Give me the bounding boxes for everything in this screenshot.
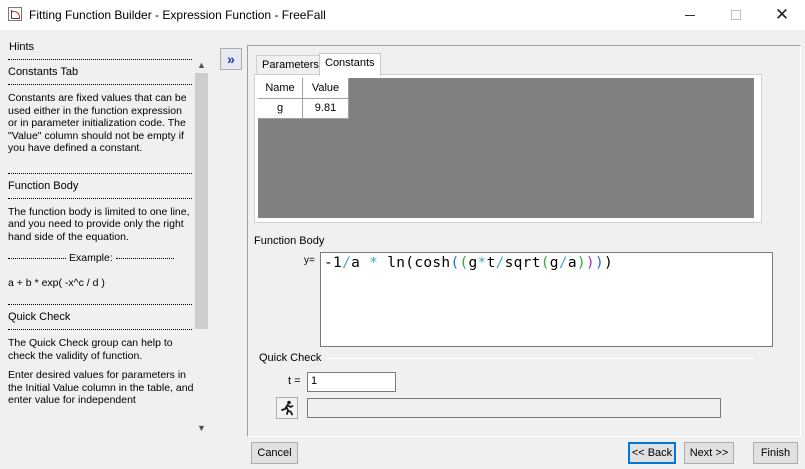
expression-token: ( (459, 255, 469, 271)
hint-heading: Function Body (8, 179, 79, 192)
divider (8, 197, 194, 206)
scroll-thumb[interactable] (195, 73, 208, 329)
function-body-editor[interactable]: -1/a * ln(cosh((g*t/sqrt(g/a)))) (320, 252, 773, 347)
dash-right (115, 258, 174, 259)
expression-token: ) (594, 255, 604, 271)
t-input[interactable]: 1 (307, 372, 396, 392)
finish-button[interactable]: Finish (753, 442, 798, 464)
hints-panel: Constants Tab Constants are fixed values… (3, 56, 215, 436)
expression-token: * (369, 255, 379, 271)
quick-check-label: Quick Check (259, 352, 322, 364)
hint-heading: Quick Check (8, 311, 71, 323)
column-header-name[interactable]: Name (258, 78, 303, 99)
quick-check-result (307, 398, 721, 418)
hint-text: The Quick Check group can help to check … (8, 337, 173, 362)
hint-text: The function body is limited to one line… (8, 205, 190, 243)
expression-token: -1 (324, 255, 343, 271)
minimize-button[interactable] (667, 0, 713, 30)
example-expression: a + b * exp( -x^c / d ) (8, 277, 105, 289)
expression-token: t (486, 255, 496, 271)
expression-token: ( (540, 255, 550, 271)
quick-check-separator (328, 358, 753, 359)
maximize-icon (731, 10, 741, 20)
constants-table[interactable]: Name Value g 9.81 (258, 78, 754, 218)
hints-scrollbar[interactable]: ▲ ▼ (193, 56, 210, 436)
maximize-button[interactable] (713, 0, 759, 30)
expression-token: g (549, 255, 559, 271)
title-bar: Fitting Function Builder - Expression Fu… (0, 0, 805, 30)
t-label: t = (288, 375, 301, 387)
expression-token: * (477, 255, 487, 271)
tab-constants[interactable]: Constants (319, 53, 381, 76)
app-icon (8, 7, 22, 21)
hint-heading: Constants Tab (8, 66, 79, 78)
constant-name-cell[interactable]: g (258, 99, 303, 119)
expression-token: a (567, 255, 577, 271)
expression-token: ) (576, 255, 586, 271)
expression-token: g (468, 255, 478, 271)
dash-left (8, 258, 66, 259)
y-equals-label: y= (304, 255, 315, 266)
next-button[interactable]: Next >> (684, 442, 734, 464)
cancel-button[interactable]: Cancel (251, 442, 298, 464)
hints-label: Hints (9, 41, 35, 53)
minimize-icon (685, 14, 695, 16)
divider (8, 329, 194, 337)
tab-parameters[interactable]: Parameters (256, 55, 325, 75)
expression-token: / (342, 255, 352, 271)
expression-token: / (558, 255, 568, 271)
close-button[interactable]: ✕ (759, 0, 805, 30)
scroll-up-icon[interactable]: ▲ (193, 56, 210, 73)
divider (8, 84, 194, 92)
function-body-label: Function Body (254, 235, 325, 247)
expression-token: cosh (414, 255, 451, 271)
scroll-down-icon[interactable]: ▼ (193, 419, 210, 436)
expression-token: a (351, 255, 370, 271)
expand-button[interactable]: » (220, 48, 242, 70)
constant-value-cell[interactable]: 9.81 (303, 99, 349, 119)
example-label: Example: (69, 252, 113, 264)
expression-token: sqrt (504, 255, 541, 271)
expression-token: ( (405, 255, 415, 271)
example-label-row: Example: (8, 252, 194, 265)
expression-token: ) (585, 255, 595, 271)
expression-token: ln (378, 255, 406, 271)
window-title: Fitting Function Builder - Expression Fu… (29, 8, 326, 22)
back-button[interactable]: << Back (628, 442, 676, 464)
hint-text: Constants are fixed values that can be u… (8, 92, 187, 154)
running-man-icon (281, 400, 294, 416)
hints-content: Constants Tab Constants are fixed values… (8, 56, 194, 407)
expression-token: / (495, 255, 505, 271)
quick-check-run-button[interactable] (276, 397, 298, 419)
column-header-value[interactable]: Value (303, 78, 349, 99)
expression-token: ) (603, 255, 613, 271)
close-icon: ✕ (774, 5, 790, 24)
hint-text: Enter desired values for parameters in t… (8, 369, 194, 406)
